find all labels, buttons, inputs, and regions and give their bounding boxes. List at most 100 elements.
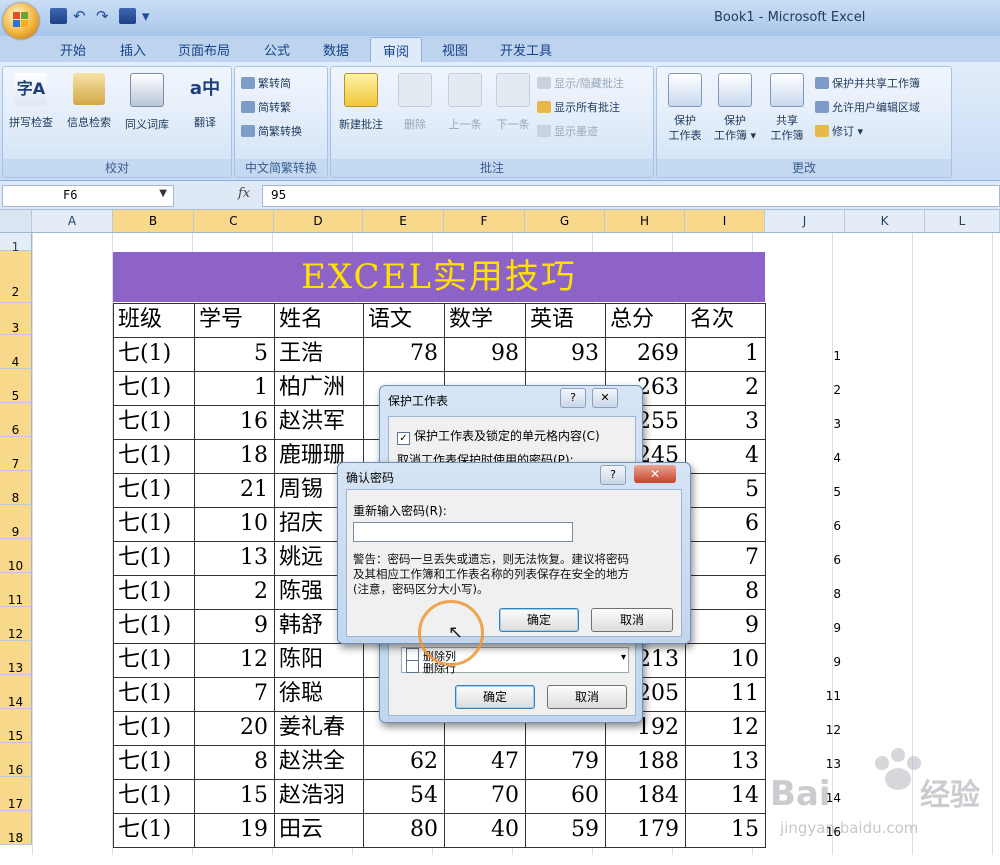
column-j-cell[interactable]: 12 [803,723,841,737]
table-cell[interactable]: 93 [525,337,606,372]
table-cell[interactable]: 赵浩羽 [274,779,364,814]
table-cell[interactable]: 七(1) [113,507,195,542]
insert-function-icon[interactable]: fx [238,186,250,201]
column-j-cell[interactable]: 3 [803,417,841,431]
research-button[interactable]: 信息检索 [63,73,115,131]
table-cell[interactable]: 40 [444,813,526,848]
table-cell[interactable]: 179 [605,813,686,848]
show-hide-comment-button[interactable]: 显示/隐藏批注 [537,75,624,91]
trad-to-simp-button[interactable]: 繁转简 [241,75,291,91]
column-j-cell[interactable]: 9 [803,655,841,669]
table-cell[interactable]: 7 [194,677,275,712]
row-header[interactable]: 9 [0,505,32,539]
reenter-password-input[interactable] [353,522,573,542]
table-header-cell[interactable]: 数学 [444,303,526,338]
share-workbook-button[interactable]: 共享 工作簿 [761,73,813,143]
protect-checkbox-row[interactable]: ✓ 保护工作表及锁定的单元格内容(C) [397,427,600,445]
chevron-down-icon[interactable]: ▼ [159,188,167,199]
confirm-ok-button[interactable]: 确定 [499,608,579,632]
tab-developer[interactable]: 开发工具 [500,40,552,59]
tab-review[interactable]: 审阅 [370,37,423,65]
spell-check-button[interactable]: 字A 拼写检查 [5,73,57,131]
row-header[interactable]: 5 [0,369,32,403]
table-cell[interactable]: 田云 [274,813,364,848]
table-cell[interactable]: 七(1) [113,643,195,678]
row-header[interactable]: 18 [0,811,32,845]
table-cell[interactable]: 七(1) [113,745,195,780]
table-cell[interactable]: 七(1) [113,575,195,610]
translate-button[interactable]: a中 翻译 [179,73,231,131]
column-header-g[interactable]: G [525,210,605,232]
delete-comment-button[interactable]: 删除 [389,73,441,133]
row-header[interactable]: 8 [0,471,32,505]
table-cell[interactable]: 姜礼春 [274,711,364,746]
protect-ok-button[interactable]: 确定 [455,685,535,709]
undo-icon[interactable]: ↶ [73,8,90,24]
table-cell[interactable]: 七(1) [113,473,195,508]
row-header[interactable]: 1 [0,233,32,254]
column-header-l[interactable]: L [925,210,1000,232]
table-header-cell[interactable]: 班级 [113,303,195,338]
table-cell[interactable]: 15 [194,779,275,814]
table-cell[interactable]: 184 [605,779,686,814]
show-ink-button[interactable]: 显示墨迹 [537,123,598,139]
row-header[interactable]: 6 [0,403,32,437]
column-j-cell[interactable]: 11 [803,689,841,703]
protect-help-button[interactable]: ? [560,388,586,408]
table-cell[interactable]: 47 [444,745,526,780]
table-cell[interactable]: 七(1) [113,337,195,372]
save-icon[interactable] [50,8,67,24]
table-cell[interactable]: 11 [685,677,766,712]
column-header-k[interactable]: K [845,210,925,232]
column-j-cell[interactable]: 5 [803,485,841,499]
qat-customize-icon[interactable]: ▾ [142,8,159,24]
new-comment-button[interactable]: 新建批注 [335,73,387,133]
table-cell[interactable]: 6 [685,507,766,542]
table-cell[interactable]: 8 [685,575,766,610]
check-icon[interactable]: ✓ [397,432,410,445]
protect-workbook-button[interactable]: 保护 工作簿 ▾ [709,73,761,143]
row-header[interactable]: 12 [0,607,32,641]
table-cell[interactable]: 19 [194,813,275,848]
table-cell[interactable]: 七(1) [113,439,195,474]
table-cell[interactable]: 16 [194,405,275,440]
table-cell[interactable]: 1 [685,337,766,372]
table-cell[interactable]: 7 [685,541,766,576]
name-box[interactable]: F6 ▼ [2,185,174,207]
column-header-e[interactable]: E [363,210,444,232]
tab-view[interactable]: 视图 [442,40,468,59]
table-cell[interactable]: 柏广洲 [274,371,364,406]
table-cell[interactable]: 59 [525,813,606,848]
row-header[interactable]: 10 [0,539,32,573]
column-header-h[interactable]: H [605,210,685,232]
convert-button[interactable]: 简繁转换 [241,123,302,139]
table-cell[interactable]: 80 [363,813,445,848]
table-cell[interactable]: 2 [685,371,766,406]
table-cell[interactable]: 79 [525,745,606,780]
column-header-d[interactable]: D [274,210,363,232]
table-cell[interactable]: 王浩 [274,337,364,372]
table-cell[interactable]: 60 [525,779,606,814]
table-cell[interactable]: 21 [194,473,275,508]
row-header[interactable]: 4 [0,335,32,369]
simp-to-trad-button[interactable]: 简转繁 [241,99,291,115]
table-cell[interactable]: 七(1) [113,813,195,848]
protect-close-button[interactable]: ✕ [592,388,618,408]
column-header-j[interactable]: J [765,210,845,232]
column-j-cell[interactable]: 4 [803,451,841,465]
column-header-f[interactable]: F [444,210,525,232]
column-header-b[interactable]: B [113,210,194,232]
column-j-cell[interactable]: 6 [803,553,841,567]
table-cell[interactable]: 10 [194,507,275,542]
table-cell[interactable]: 4 [685,439,766,474]
table-cell[interactable]: 5 [685,473,766,508]
table-cell[interactable]: 12 [194,643,275,678]
column-j-cell[interactable]: 2 [803,383,841,397]
row-header[interactable]: 7 [0,437,32,471]
table-cell[interactable]: 54 [363,779,445,814]
format-painter-icon[interactable] [119,8,136,24]
table-cell[interactable]: 14 [685,779,766,814]
table-header-cell[interactable]: 总分 [605,303,686,338]
tab-insert[interactable]: 插入 [120,40,146,59]
table-cell[interactable]: 98 [444,337,526,372]
